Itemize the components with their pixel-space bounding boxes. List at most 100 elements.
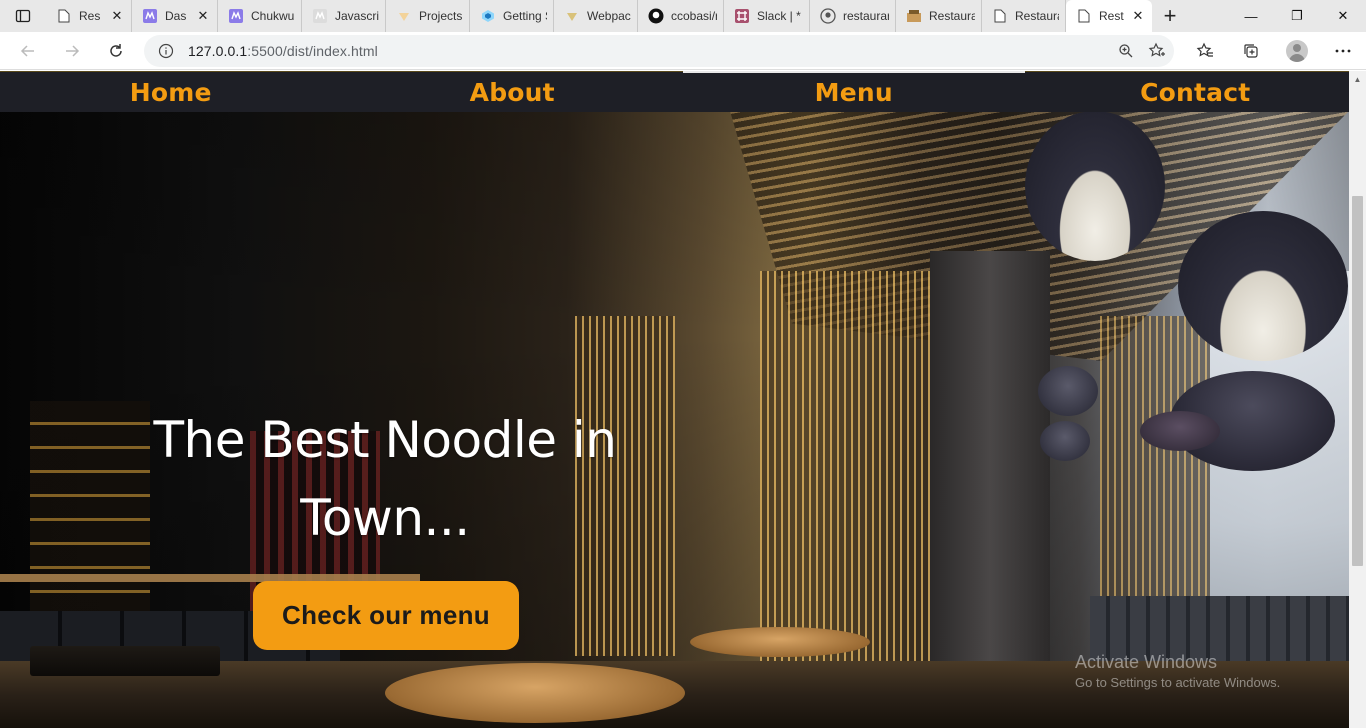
close-window-button[interactable]: ✕: [1320, 0, 1366, 32]
nav-link-about[interactable]: About: [342, 72, 684, 112]
tab-label: restaurar: [843, 9, 889, 23]
favorites-icon: [1196, 42, 1213, 57]
site-navigation: Home About Menu Contact: [0, 71, 1366, 112]
hero-background-image: [0, 71, 1349, 728]
settings-menu-button[interactable]: [1320, 32, 1366, 70]
forward-arrow-icon: [66, 44, 80, 57]
hero-title: The Best Noodle in Town...: [110, 401, 660, 557]
restaurant-icon: [906, 8, 922, 24]
concrete-pillar: [930, 251, 1050, 728]
pendant-lamp: [1178, 211, 1348, 361]
close-tab-icon[interactable]: ✕: [1130, 8, 1146, 24]
collections-button[interactable]: [1228, 32, 1274, 70]
tab-label: Restaura: [1015, 9, 1059, 23]
tab-label: Slack | * I: [757, 9, 803, 23]
tab-label: Das: [165, 9, 187, 23]
zoom-icon[interactable]: [1118, 43, 1134, 59]
browser-tab-active[interactable]: Rest ✕: [1066, 0, 1152, 32]
tab-actions-button[interactable]: [0, 0, 46, 32]
browser-toolbar: 127.0.0.1:5500/dist/index.html: [0, 32, 1366, 70]
webpack-icon: [564, 8, 580, 24]
back-arrow-icon: [20, 44, 34, 57]
page-icon: [56, 8, 72, 24]
avatar: [1286, 40, 1308, 62]
webpack-icon: [480, 8, 496, 24]
tab-label: Chukwur: [251, 9, 295, 23]
browser-tab[interactable]: Restaura: [896, 0, 982, 32]
watermark-title: Activate Windows: [1075, 652, 1218, 672]
forward-button[interactable]: [50, 32, 94, 70]
dining-table: [385, 663, 685, 723]
pendant-lamp: [1040, 421, 1090, 461]
tab-label: Javascrip: [335, 9, 379, 23]
pendant-lamp: [1025, 111, 1165, 261]
hero-title-line-1: The Best Noodle in: [153, 411, 617, 469]
collections-icon: [1244, 44, 1258, 58]
browser-tab[interactable]: Javascrip: [302, 0, 386, 32]
pendant-lamp: [1038, 366, 1098, 416]
toolbar-right: [1182, 32, 1366, 70]
tab-actions-icon: [15, 9, 31, 23]
watermark-subtitle: Go to Settings to activate Windows.: [1075, 675, 1281, 690]
back-button[interactable]: [6, 32, 50, 70]
window-controls: — ❐ ✕: [1228, 0, 1366, 32]
tab-label: Webpack: [587, 9, 631, 23]
dining-table: [690, 627, 870, 657]
add-favorite-icon[interactable]: [1148, 42, 1166, 60]
scroll-up-arrow-icon[interactable]: ▲: [1349, 71, 1366, 88]
nav-link-contact[interactable]: Contact: [1025, 72, 1366, 112]
browser-tab[interactable]: ccobasi/r: [638, 0, 724, 32]
browser-tab-strip: Res ✕ Das ✕ Chukwur Javascrip Projects G…: [0, 0, 1366, 32]
netlify-icon: [142, 8, 158, 24]
hero-title-line-2: Town...: [300, 489, 470, 547]
new-tab-button[interactable]: +: [1152, 0, 1188, 32]
browser-tab[interactable]: Chukwur: [218, 0, 302, 32]
reload-icon: [110, 43, 122, 57]
minimize-button[interactable]: —: [1228, 0, 1274, 32]
page-icon: [1076, 8, 1092, 24]
favorites-button[interactable]: [1182, 32, 1228, 70]
slack-icon: [734, 8, 750, 24]
nav-link-home[interactable]: Home: [0, 72, 342, 112]
close-tab-icon[interactable]: ✕: [195, 8, 211, 24]
profile-button[interactable]: [1274, 32, 1320, 70]
url-text: 127.0.0.1:5500/dist/index.html: [188, 43, 378, 59]
github-icon: [820, 8, 836, 24]
netlify-icon: [312, 8, 328, 24]
page-scrollbar[interactable]: ▲: [1349, 71, 1366, 728]
url-host: 127.0.0.1: [188, 43, 248, 59]
tab-label: Res: [79, 9, 101, 23]
address-bar[interactable]: 127.0.0.1:5500/dist/index.html: [144, 35, 1174, 67]
github-icon: [648, 8, 664, 24]
dining-table: [30, 646, 220, 676]
tab-label: Projects: [419, 9, 463, 23]
close-tab-icon[interactable]: ✕: [109, 8, 125, 24]
maximize-button[interactable]: ❐: [1274, 0, 1320, 32]
nav-link-menu[interactable]: Menu: [683, 71, 1025, 112]
browser-tab[interactable]: Slack | * I: [724, 0, 810, 32]
browser-tab[interactable]: Getting S: [470, 0, 554, 32]
more-icon: [1335, 49, 1351, 53]
browser-tab[interactable]: Res ✕: [46, 0, 132, 32]
netlify-icon: [228, 8, 244, 24]
scrollbar-thumb[interactable]: [1352, 196, 1363, 566]
browser-tab[interactable]: restaurar: [810, 0, 896, 32]
pendant-lamp: [1140, 411, 1220, 451]
browser-tab[interactable]: Projects: [386, 0, 470, 32]
site-info-icon[interactable]: [158, 43, 174, 59]
activate-windows-watermark: Activate Windows Go to Settings to activ…: [1075, 651, 1280, 693]
check-menu-button[interactable]: Check our menu: [253, 581, 519, 650]
page-icon: [992, 8, 1008, 24]
tab-label: Getting S: [503, 9, 547, 23]
reload-button[interactable]: [94, 32, 138, 70]
page-viewport: Home About Menu Contact The Best Noodle …: [0, 71, 1366, 728]
project-icon: [396, 8, 412, 24]
tab-label: ccobasi/r: [671, 9, 717, 23]
tab-label: Restaura: [929, 9, 975, 23]
browser-tab[interactable]: Restaura: [982, 0, 1066, 32]
address-bar-actions: [1118, 35, 1166, 67]
browser-tab[interactable]: Webpack: [554, 0, 638, 32]
url-path: :5500/dist/index.html: [247, 43, 378, 59]
tab-label: Rest: [1099, 9, 1124, 23]
browser-tab[interactable]: Das ✕: [132, 0, 218, 32]
